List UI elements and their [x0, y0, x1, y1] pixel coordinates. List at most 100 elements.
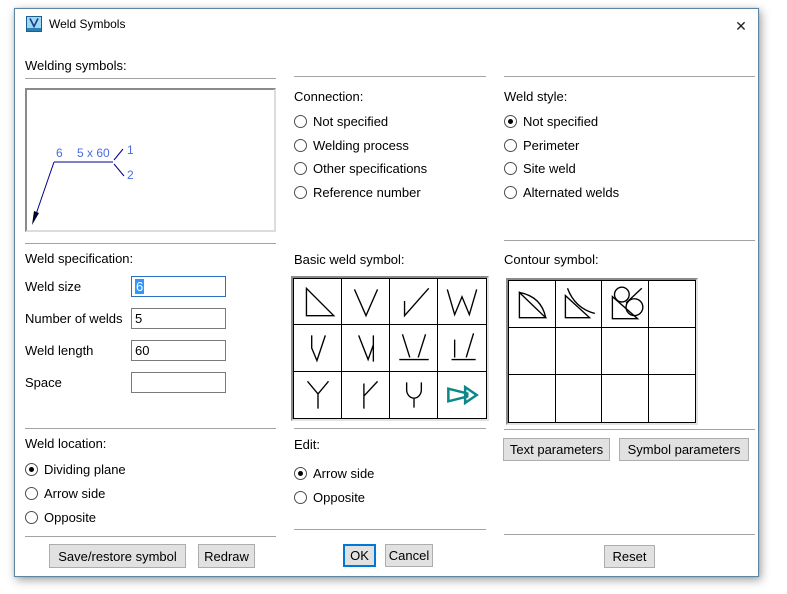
separator: [294, 76, 486, 77]
basic-weld-symbol-grid: [291, 276, 489, 421]
redraw-button[interactable]: Redraw: [198, 544, 255, 568]
radio-icon[interactable]: [504, 186, 517, 199]
separator: [294, 428, 486, 429]
radio-label[interactable]: Not specified: [313, 114, 388, 129]
contour-symbol-empty-cell[interactable]: [602, 375, 649, 422]
separator: [504, 429, 755, 430]
radio-alternated-welds[interactable]: Alternated welds: [504, 184, 619, 200]
radio-label[interactable]: Other specifications: [313, 161, 427, 176]
basic-symbol-bevel[interactable]: [390, 279, 438, 325]
radio-label[interactable]: Opposite: [44, 510, 96, 525]
radio-label[interactable]: Welding process: [313, 138, 409, 153]
radio-icon[interactable]: [294, 491, 307, 504]
contour-symbol-label: Contour symbol:: [504, 252, 599, 268]
selected-text: 6: [135, 279, 144, 294]
basic-weld-symbol-label: Basic weld symbol:: [294, 252, 405, 268]
close-icon[interactable]: ✕: [728, 17, 754, 35]
radio-dividing-plane[interactable]: Dividing plane: [25, 461, 126, 477]
radio-icon[interactable]: [294, 162, 307, 175]
ok-button[interactable]: OK: [343, 544, 376, 567]
radio-label[interactable]: Opposite: [313, 490, 365, 505]
preview-ref-1: 1: [127, 143, 134, 157]
weld-symbols-dialog: Weld Symbols ✕ Welding symbols: 6 5 x 60…: [14, 8, 759, 577]
app-icon: [26, 16, 42, 32]
radio-site-weld[interactable]: Site weld: [504, 160, 576, 176]
radio-welding-process[interactable]: Welding process: [294, 137, 409, 153]
preview-weld-size: 6: [56, 146, 63, 160]
text-parameters-button[interactable]: Text parameters: [503, 438, 610, 461]
basic-symbol-half-y[interactable]: [342, 372, 390, 418]
separator: [25, 78, 276, 79]
radio-icon[interactable]: [294, 467, 307, 480]
space-label: Space: [25, 372, 62, 393]
weld-symbol-preview: 6 5 x 60 1 2: [25, 88, 276, 232]
radio-icon[interactable]: [294, 139, 307, 152]
weld-style-label: Weld style:: [504, 89, 567, 105]
radio-location-arrow-side[interactable]: Arrow side: [25, 485, 105, 501]
separator: [504, 534, 755, 535]
cancel-button[interactable]: Cancel: [385, 544, 433, 567]
contour-symbol-empty-cell[interactable]: [509, 375, 556, 422]
connection-label: Connection:: [294, 89, 363, 105]
radio-label[interactable]: Dividing plane: [44, 462, 126, 477]
radio-perimeter[interactable]: Perimeter: [504, 137, 579, 153]
contour-symbol-concave[interactable]: [556, 281, 603, 328]
radio-icon[interactable]: [294, 186, 307, 199]
edit-label: Edit:: [294, 437, 320, 453]
radio-icon[interactable]: [294, 115, 307, 128]
radio-icon[interactable]: [504, 115, 517, 128]
radio-label[interactable]: Reference number: [313, 185, 421, 200]
number-of-welds-input[interactable]: [131, 308, 226, 329]
contour-symbol-grind[interactable]: [602, 281, 649, 328]
basic-symbol-v-right-bar[interactable]: [342, 325, 390, 371]
radio-edit-arrow-side[interactable]: Arrow side: [294, 465, 374, 481]
preview-ref-2: 2: [127, 168, 134, 182]
basic-symbol-u-groove[interactable]: [390, 372, 438, 418]
weld-specification-label: Weld specification:: [25, 251, 133, 267]
radio-label[interactable]: Perimeter: [523, 138, 579, 153]
contour-symbol-empty-cell[interactable]: [602, 328, 649, 375]
contour-symbol-empty-cell[interactable]: [649, 281, 696, 328]
symbol-parameters-button[interactable]: Symbol parameters: [619, 438, 749, 461]
basic-symbol-v-groove[interactable]: [342, 279, 390, 325]
radio-icon[interactable]: [25, 463, 38, 476]
radio-connection-not-specified[interactable]: Not specified: [294, 113, 388, 129]
radio-reference-number[interactable]: Reference number: [294, 184, 421, 200]
weld-length-input[interactable]: [131, 340, 226, 361]
radio-icon[interactable]: [504, 139, 517, 152]
radio-label[interactable]: Site weld: [523, 161, 576, 176]
reset-button[interactable]: Reset: [604, 545, 655, 568]
basic-symbol-double-v[interactable]: [438, 279, 486, 325]
contour-symbol-empty-cell[interactable]: [649, 328, 696, 375]
radio-label[interactable]: Arrow side: [44, 486, 105, 501]
welding-symbols-label: Welding symbols:: [25, 58, 127, 74]
radio-label[interactable]: Not specified: [523, 114, 598, 129]
radio-other-specifications[interactable]: Other specifications: [294, 160, 427, 176]
radio-icon[interactable]: [504, 162, 517, 175]
title-bar[interactable]: Weld Symbols ✕: [15, 9, 758, 39]
basic-symbol-y-symbol[interactable]: [294, 372, 342, 418]
radio-icon[interactable]: [25, 487, 38, 500]
radio-label[interactable]: Alternated welds: [523, 185, 619, 200]
weld-size-input[interactable]: 6: [131, 276, 226, 297]
space-input[interactable]: [131, 372, 226, 393]
basic-symbol-flare-bevel-base[interactable]: [438, 325, 486, 371]
contour-symbol-empty-cell[interactable]: [556, 375, 603, 422]
contour-symbol-convex[interactable]: [509, 281, 556, 328]
number-of-welds-label: Number of welds: [25, 308, 123, 329]
window-title: Weld Symbols: [49, 9, 125, 39]
radio-location-opposite[interactable]: Opposite: [25, 509, 96, 525]
radio-edit-opposite[interactable]: Opposite: [294, 489, 365, 505]
radio-icon[interactable]: [25, 511, 38, 524]
contour-symbol-empty-cell[interactable]: [556, 328, 603, 375]
separator: [25, 243, 276, 244]
basic-symbol-next-arrow[interactable]: [438, 372, 486, 418]
radio-style-not-specified[interactable]: Not specified: [504, 113, 598, 129]
radio-label[interactable]: Arrow side: [313, 466, 374, 481]
contour-symbol-empty-cell[interactable]: [509, 328, 556, 375]
save-restore-symbol-button[interactable]: Save/restore symbol: [49, 544, 186, 568]
basic-symbol-fillet[interactable]: [294, 279, 342, 325]
contour-symbol-empty-cell[interactable]: [649, 375, 696, 422]
basic-symbol-flare-v-narrow[interactable]: [294, 325, 342, 371]
basic-symbol-flare-v-base[interactable]: [390, 325, 438, 371]
